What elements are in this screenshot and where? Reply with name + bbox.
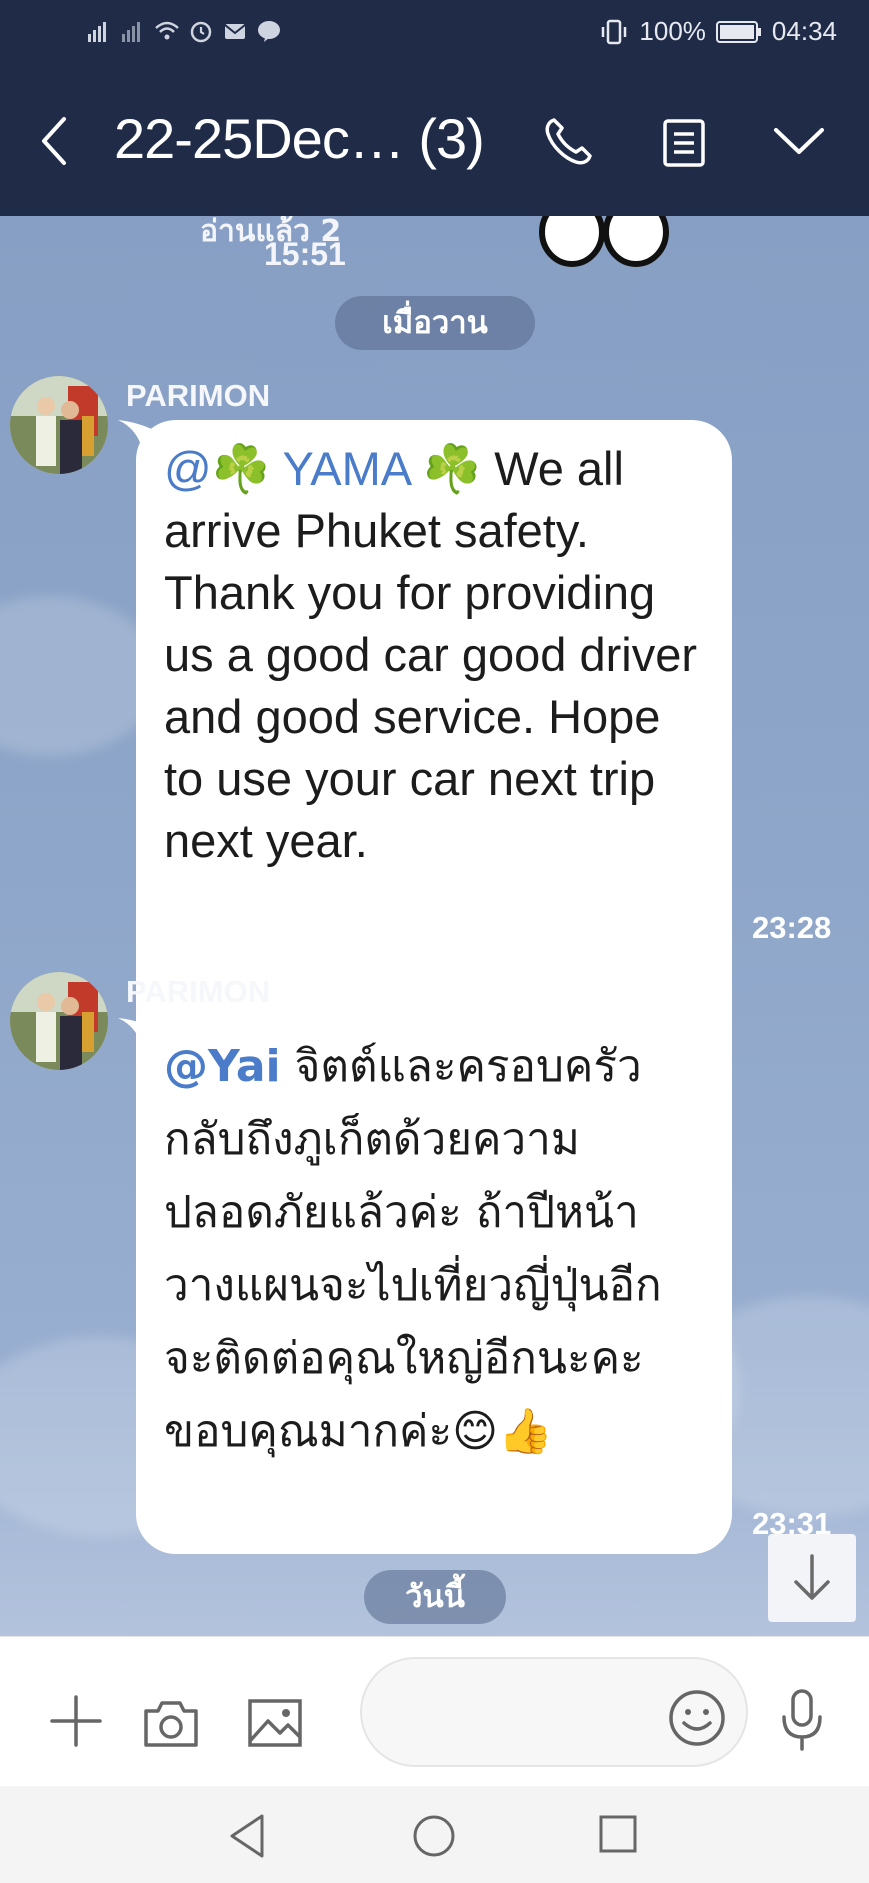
message-text: @☘️ YAMA ☘️ We all arrive Phuket safety.…	[164, 438, 702, 872]
nav-back-icon[interactable]	[226, 1812, 270, 1860]
message-body: We all arrive Phuket safety. Thank you f…	[164, 442, 697, 867]
mail-icon	[224, 24, 246, 39]
scroll-to-bottom-button[interactable]	[768, 1534, 856, 1622]
emoji-icon[interactable]	[668, 1689, 726, 1747]
avatar[interactable]	[10, 972, 108, 1070]
chevron-down-icon[interactable]	[772, 124, 826, 158]
signal-icon	[88, 22, 106, 42]
battery-percent: 100%	[639, 16, 706, 46]
signal-icon	[122, 22, 140, 42]
image-icon[interactable]	[246, 1697, 304, 1749]
status-left-icons	[86, 18, 282, 44]
chat-header: 22-25Dec… (3)	[0, 66, 869, 216]
battery-icon	[715, 20, 761, 43]
avatar[interactable]	[10, 376, 108, 474]
message-time: 23:28	[752, 910, 832, 945]
avatar-photo	[10, 376, 108, 474]
phone-icon[interactable]	[542, 116, 598, 168]
line-icon	[258, 21, 280, 42]
input-bar	[0, 1636, 869, 1786]
sender-name: PARIMON	[126, 974, 271, 1009]
date-separator: วันนี้	[364, 1570, 506, 1624]
camera-icon[interactable]	[142, 1697, 200, 1749]
microphone-icon[interactable]	[780, 1689, 824, 1751]
status-time: 04:34	[771, 16, 837, 46]
message-text: @Yai จิตต์และครอบครัวกลับถึงภูเก็ตด้วยคว…	[164, 1030, 702, 1468]
sticker-image[interactable]	[530, 216, 680, 280]
status-bar: 100% 04:34	[0, 0, 869, 66]
message-body: จิตต์และครอบครัวกลับถึงภูเก็ตด้วยความปลอ…	[164, 1041, 662, 1457]
mention[interactable]: @Yai	[164, 1041, 281, 1092]
message-bubble[interactable]: @Yai จิตต์และครอบครัวกลับถึงภูเก็ตด้วยคว…	[136, 1018, 732, 1554]
avatar-photo	[10, 972, 108, 1070]
date-separator: เมื่อวาน	[335, 296, 535, 350]
nav-recents-icon[interactable]	[598, 1814, 638, 1854]
arrow-down-icon	[794, 1554, 830, 1600]
vibrate-icon	[602, 19, 627, 44]
notes-icon[interactable]	[660, 118, 708, 168]
message-time: 15:51	[264, 236, 346, 272]
alarm-icon	[190, 21, 212, 43]
nav-home-icon[interactable]	[412, 1814, 456, 1858]
sender-name: PARIMON	[126, 378, 271, 413]
system-navigation-bar	[0, 1786, 869, 1883]
back-arrow-icon[interactable]	[34, 111, 74, 171]
mention[interactable]: @☘️ YAMA ☘️	[164, 442, 481, 495]
wifi-icon	[155, 21, 179, 40]
chat-title[interactable]: 22-25Dec… (3)	[114, 106, 485, 171]
status-right: 100% 04:34	[599, 16, 837, 47]
plus-icon[interactable]	[48, 1693, 104, 1749]
chat-area[interactable]: อ่านแล้ว 2 15:51 เมื่อวาน PARIMON @☘️ YA…	[0, 216, 869, 1636]
